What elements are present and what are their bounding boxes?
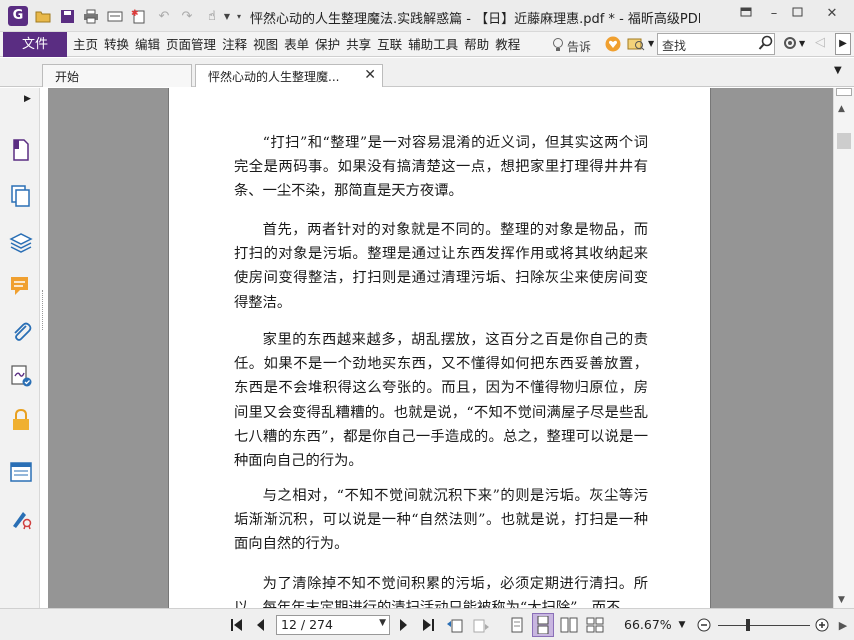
single-page-view-icon[interactable]	[509, 617, 525, 633]
svg-text:✱: ✱	[131, 9, 139, 19]
scrollbar-thumb[interactable]	[837, 133, 851, 149]
tab-list-dropdown-icon[interactable]: ▼	[834, 65, 842, 76]
first-page-icon[interactable]	[229, 617, 245, 633]
paragraph: 首先，两者针对的对象就是不同的。整理的对象是物品，而打扫的对象是污垢。整理是通过…	[234, 222, 648, 311]
save-icon[interactable]	[58, 7, 76, 25]
page-number-input[interactable]: 12 / 274 ▼	[276, 615, 390, 635]
lightbulb-icon	[552, 37, 564, 55]
new-document-icon[interactable]: ✱	[130, 7, 148, 25]
previous-view-icon[interactable]	[446, 617, 464, 633]
maximize-button[interactable]	[783, 4, 811, 26]
menu-tabs: 主页 转换 编辑 页面管理 注释 视图 表单 保护 共享 互联 辅助工具 帮助 …	[71, 32, 524, 57]
menu-share[interactable]: 共享	[344, 32, 373, 57]
next-view-icon[interactable]	[472, 617, 490, 633]
tab-label: 怦然心动的人生整理魔...	[208, 70, 340, 84]
tab-start[interactable]: 开始	[42, 64, 192, 87]
ribbon-display-icon[interactable]	[732, 4, 760, 26]
bookmarks-icon[interactable]	[9, 138, 33, 162]
previous-page-icon[interactable]	[253, 617, 267, 633]
ribbon-scroll-right-icon[interactable]: ▶	[835, 33, 851, 55]
last-page-icon[interactable]	[420, 617, 436, 633]
page-number-value: 12 / 274	[281, 617, 333, 632]
status-bar: 12 / 274 ▼ 66.67% ▼ ▶	[0, 608, 854, 640]
security-lock-icon[interactable]	[9, 408, 33, 432]
feedback-icon[interactable]	[605, 36, 621, 55]
pages-thumbnails-icon[interactable]	[9, 184, 33, 208]
close-window-button[interactable]: ✕	[818, 4, 846, 26]
quick-access-customize-icon[interactable]: ▾	[230, 7, 248, 25]
expand-panel-icon[interactable]: ▶	[24, 94, 31, 104]
comments-icon[interactable]	[9, 274, 33, 298]
next-page-icon[interactable]	[397, 617, 411, 633]
zoom-out-icon[interactable]	[696, 617, 712, 633]
navigation-panel: ▶	[0, 88, 40, 608]
ribbon-scroll-left-icon[interactable]: ◁	[815, 35, 825, 50]
continuous-page-view-icon[interactable]	[532, 613, 554, 637]
paragraph: 为了清除掉不知不觉间积累的污垢，必须定期进行清扫。所以，每年年末定期进行的清扫活…	[234, 576, 648, 608]
tell-me-label: 告诉	[567, 39, 592, 54]
open-folder-icon[interactable]	[34, 7, 52, 25]
find-options-dropdown-icon[interactable]: ▼	[648, 39, 654, 48]
scrollbar-top-edge	[836, 88, 852, 96]
menu-form[interactable]: 表单	[282, 32, 311, 57]
page-dropdown-icon[interactable]: ▼	[379, 618, 386, 628]
redo-icon[interactable]: ↷	[178, 7, 196, 25]
menu-accessibility[interactable]: 辅助工具	[406, 32, 460, 57]
file-menu-button[interactable]: 文件	[3, 32, 67, 57]
continuous-facing-view-icon[interactable]	[586, 617, 604, 633]
signatures-icon[interactable]	[9, 364, 33, 388]
menu-edit[interactable]: 编辑	[133, 32, 162, 57]
find-options-icon[interactable]	[627, 36, 649, 55]
close-tab-icon[interactable]: ✕	[364, 67, 376, 83]
paragraph: “打扫”和“整理”是一对容易混淆的近义词，但其实这两个词完全是两码事。如果没有搞…	[234, 135, 648, 200]
content-tools-icon[interactable]	[9, 506, 33, 530]
paragraph: 与之相对，“不知不觉间就沉积下来”的则是污垢。灰尘等污垢渐渐沉积，可以说是一种“…	[234, 488, 648, 553]
paragraph: 家里的东西越来越多，胡乱摆放，这百分之百是你自己的责任。如果不是一个劲地买东西，…	[234, 332, 648, 470]
scan-icon[interactable]	[106, 7, 124, 25]
search-icon[interactable]	[758, 35, 774, 54]
zoom-dropdown-icon[interactable]: ▼	[675, 617, 689, 633]
layers-icon[interactable]	[9, 230, 33, 254]
tell-me[interactable]: 告诉	[552, 37, 591, 55]
app-logo-icon: G	[8, 6, 28, 26]
menu-tutorial[interactable]: 教程	[493, 32, 522, 57]
document-viewport[interactable]: “打扫”和“整理”是一对容易混淆的近义词，但其实这两个词完全是两码事。如果没有搞…	[48, 88, 833, 608]
tab-label: 开始	[55, 70, 80, 84]
scroll-up-icon[interactable]: ▲	[838, 104, 845, 114]
title-bar: G ✱ ↶ ↷ ☝ ▼ ▾ 怦然心动的人生整理魔法.实践解惑篇 - 【日】近藤麻…	[0, 0, 854, 32]
panel-resize-grip[interactable]	[42, 290, 45, 330]
pdf-page: “打扫”和“整理”是一对容易混淆的近义词，但其实这两个词完全是两码事。如果没有搞…	[168, 88, 711, 608]
attachments-icon[interactable]	[9, 320, 33, 344]
menu-protect[interactable]: 保护	[313, 32, 342, 57]
print-icon[interactable]	[82, 7, 100, 25]
menu-convert[interactable]: 转换	[102, 32, 131, 57]
zoom-in-icon[interactable]	[814, 617, 830, 633]
settings-dropdown-icon[interactable]: ▼	[799, 39, 805, 48]
form-fields-icon[interactable]	[9, 460, 33, 484]
menu-view[interactable]: 视图	[251, 32, 280, 57]
tab-current-document[interactable]: 怦然心动的人生整理魔... ✕	[195, 64, 383, 87]
window-title: 怦然心动的人生整理魔法.实践解惑篇 - 【日】近藤麻理惠.pdf * - 福昕高…	[250, 12, 700, 27]
settings-gear-icon[interactable]	[782, 35, 798, 54]
menu-help[interactable]: 帮助	[462, 32, 491, 57]
status-bar-scroll-right-icon[interactable]: ▶	[836, 617, 850, 633]
menu-comment[interactable]: 注释	[220, 32, 249, 57]
menu-organize[interactable]: 页面管理	[164, 32, 218, 57]
menu-connect[interactable]: 互联	[375, 32, 404, 57]
zoom-slider-thumb[interactable]	[746, 619, 750, 631]
scroll-down-icon[interactable]: ▼	[838, 595, 845, 605]
zoom-level[interactable]: 66.67%	[624, 617, 672, 632]
vertical-scrollbar[interactable]: ▲ ▼	[833, 88, 854, 608]
document-tab-bar: 开始 怦然心动的人生整理魔... ✕ ▼	[0, 58, 854, 87]
zoom-slider-track[interactable]	[718, 625, 810, 626]
undo-icon[interactable]: ↶	[155, 7, 173, 25]
facing-pages-view-icon[interactable]	[560, 617, 578, 633]
menu-home[interactable]: 主页	[71, 32, 100, 57]
